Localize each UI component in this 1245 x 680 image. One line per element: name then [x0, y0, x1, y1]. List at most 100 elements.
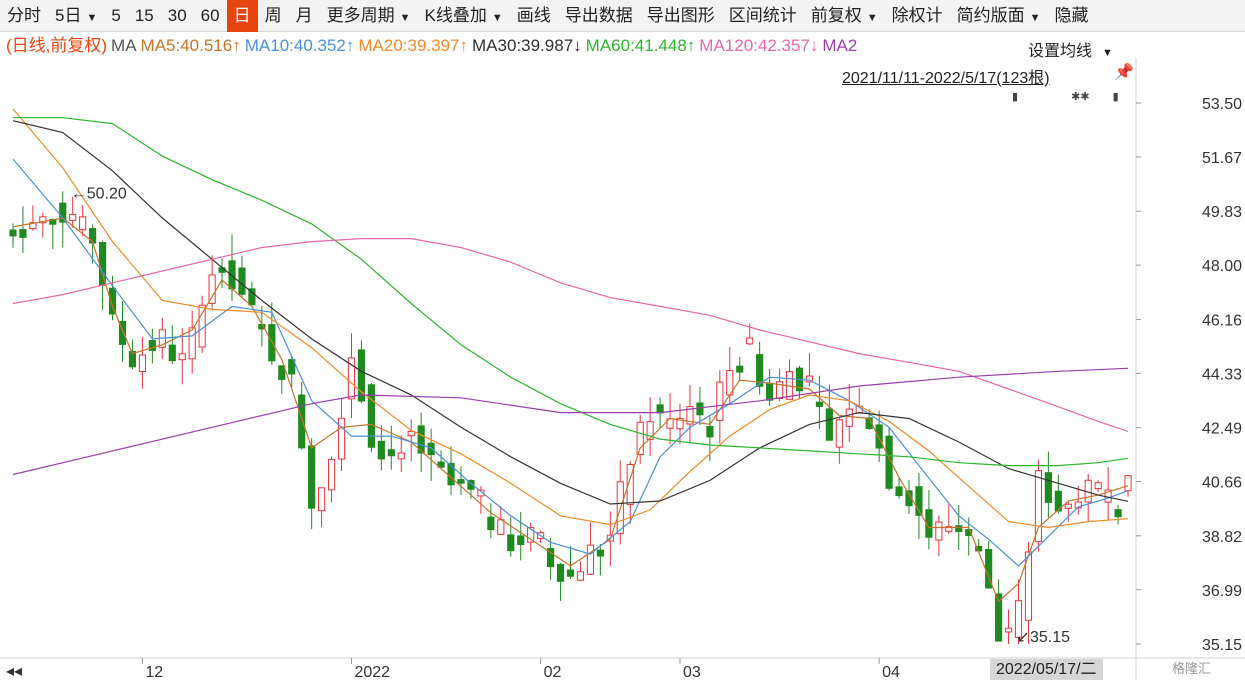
toolbar-item-label: 导出图形: [646, 5, 715, 25]
toolbar-item-14[interactable]: 区间统计: [722, 0, 804, 32]
toolbar-item-7[interactable]: 周: [258, 0, 289, 32]
scroll-left-icon: ◂◂: [6, 663, 22, 680]
toolbar-item-label: K线叠加: [424, 5, 487, 25]
candle-body: [397, 452, 405, 460]
candle-body: [427, 442, 435, 456]
chevron-down-icon: ▼: [399, 11, 411, 24]
toolbar-item-10[interactable]: K线叠加 ▼: [417, 0, 509, 32]
toolbar-item-3[interactable]: 15: [128, 0, 161, 32]
toolbar-item-label: 导出数据: [564, 5, 633, 25]
y-tick-label: 53.50: [1202, 96, 1242, 113]
candle-body: [895, 486, 903, 497]
legend-entry: MA120:42.357↓: [699, 36, 819, 55]
y-tick-label: 35.15: [1202, 637, 1242, 654]
toolbar-item-label: 简约版面: [956, 5, 1025, 25]
toolbar-item-11[interactable]: 画线: [510, 0, 558, 32]
toolbar-item-17[interactable]: 简约版面 ▼: [950, 0, 1048, 32]
legend-entry: MA: [111, 36, 137, 55]
candle-body: [766, 383, 774, 401]
candle-body: [955, 525, 963, 533]
toolbar-item-label: 60: [200, 5, 220, 25]
toolbar-item-label: 前复权: [810, 5, 862, 25]
price-annotation: ←50.20: [71, 185, 127, 202]
candle-body: [387, 449, 395, 457]
candle-body: [487, 516, 495, 531]
candle-body: [1044, 472, 1052, 503]
toolbar-item-6[interactable]: 日: [226, 0, 258, 32]
candle-body: [497, 519, 505, 535]
legend-entry: (日线,前复权): [6, 36, 108, 55]
price-annotation: ↙35.15: [1017, 629, 1071, 646]
candle-body: [746, 337, 754, 345]
candle-body: [367, 384, 375, 448]
candle-body: [377, 440, 385, 460]
toolbar-item-4[interactable]: 30: [161, 0, 194, 32]
candle-body: [1124, 475, 1132, 492]
candle-body: [98, 242, 107, 286]
candle-body: [586, 544, 594, 575]
ma5-line: [12, 217, 1129, 603]
chevron-down-icon: ▼: [1029, 11, 1041, 24]
x-tick-label: 12: [145, 664, 163, 680]
candle-body: [278, 365, 286, 380]
candle-body: [9, 229, 17, 237]
ma120-line: [12, 238, 1129, 432]
kline-chart[interactable]: 53.50 51.67 49.83 48.00 46.16 44.33 42.49 40.66…: [0, 58, 1245, 680]
toolbar-item-5[interactable]: 60: [194, 0, 227, 32]
ma250-line: [12, 367, 1129, 476]
toolbar-item-1[interactable]: 5日 ▼: [48, 0, 104, 32]
candle-body: [198, 304, 206, 348]
annotation-value: 50.20: [87, 185, 127, 202]
y-tick-label: 42.49: [1202, 421, 1242, 438]
candle-body: [19, 229, 27, 238]
legend-entry: MA2: [822, 36, 858, 55]
chevron-down-icon: ▼: [491, 11, 503, 24]
toolbar-item-2[interactable]: 5: [104, 0, 127, 32]
candle-body: [706, 425, 714, 438]
toolbar-item-16[interactable]: 除权计: [885, 0, 950, 32]
y-tick-label: 46.16: [1202, 312, 1242, 329]
y-tick-label: 51.67: [1202, 150, 1242, 167]
candle-body: [1034, 470, 1043, 543]
toolbar-item-9[interactable]: 更多周期 ▼: [320, 0, 418, 32]
toolbar-item-15[interactable]: 前复权 ▼: [804, 0, 885, 32]
x-tick-label: 04: [882, 664, 900, 680]
toolbar-item-13[interactable]: 导出图形: [640, 0, 722, 32]
legend-entry: MA60:41.448↑: [585, 36, 696, 55]
candle-body: [168, 344, 176, 362]
candle-body: [716, 381, 724, 422]
toolbar-item-label: 周: [264, 5, 282, 25]
toolbar-item-0[interactable]: 分时: [0, 0, 48, 32]
legend-entry: MA30:39.987↓: [472, 36, 582, 55]
candle-body: [875, 424, 883, 449]
candle-body: [298, 394, 306, 449]
candle-body: [407, 430, 415, 437]
chevron-down-icon: ▼: [866, 11, 878, 24]
candle-body: [228, 260, 236, 290]
candle-body: [188, 327, 196, 360]
toolbar-item-label: 更多周期: [326, 5, 395, 25]
candle-body: [318, 487, 326, 512]
candle-body: [517, 535, 525, 546]
candle-body: [1094, 482, 1102, 490]
candle-body: [835, 419, 843, 448]
candle-body: [337, 417, 346, 460]
candle-body: [327, 458, 336, 491]
toolbar-item-18[interactable]: 隐藏: [1048, 0, 1096, 32]
toolbar-item-label: 隐藏: [1054, 5, 1089, 25]
candle-body: [69, 213, 77, 221]
candle-body: [566, 569, 575, 577]
y-tick-label: 40.66: [1202, 475, 1242, 492]
toolbar-item-12[interactable]: 导出数据: [558, 0, 640, 32]
ma-legend: (日线,前复权) MA MA5:40.516↑ MA10:40.352↑ MA20:39…: [6, 34, 861, 58]
candle-body: [457, 479, 465, 484]
legend-entry: MA10:40.352↑: [244, 36, 355, 55]
chevron-down-icon: ▼: [86, 11, 98, 24]
toolbar-item-label: 15: [134, 5, 154, 25]
y-tick-label: 44.33: [1202, 366, 1242, 383]
y-tick-label: 49.83: [1202, 204, 1242, 221]
toolbar-item-label: 画线: [516, 5, 551, 25]
toolbar-item-8[interactable]: 月: [289, 0, 320, 32]
annotation-pointer: ←: [71, 185, 87, 202]
crosshair-date-badge: 2022/05/17/二: [990, 659, 1103, 680]
